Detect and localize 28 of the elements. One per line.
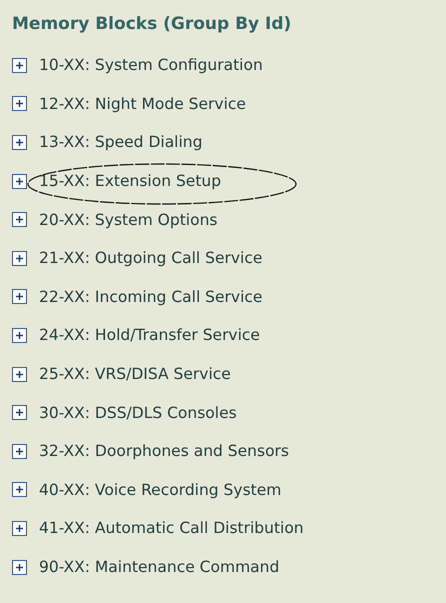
- tree-item[interactable]: 90-XX: Maintenance Command: [39, 558, 280, 576]
- expand-icon[interactable]: [12, 212, 27, 228]
- expand-icon[interactable]: [12, 250, 27, 266]
- expand-icon[interactable]: [12, 366, 27, 382]
- tree-item[interactable]: 40-XX: Voice Recording System: [39, 480, 282, 499]
- expand-icon[interactable]: [12, 96, 27, 112]
- tree-item[interactable]: 24-XX: Hold/Transfer Service: [39, 326, 260, 344]
- tree-item[interactable]: 41-XX: Automatic Call Distribution: [39, 519, 304, 538]
- expand-icon[interactable]: [12, 174, 27, 189]
- expand-icon[interactable]: [12, 560, 27, 575]
- section-title: Memory Blocks (Group By Id): [12, 14, 292, 34]
- expand-icon[interactable]: [12, 328, 27, 343]
- tree-item[interactable]: 30-XX: DSS/DLS Consoles: [39, 404, 237, 422]
- expand-icon[interactable]: [12, 444, 27, 459]
- tree-item[interactable]: 10-XX: System Configuration: [39, 56, 263, 74]
- expand-icon[interactable]: [12, 482, 27, 498]
- tree-item[interactable]: 13-XX: Speed Dialing: [39, 133, 202, 152]
- tree-item[interactable]: 21-XX: Outgoing Call Service: [39, 249, 262, 268]
- expand-icon[interactable]: [12, 134, 27, 150]
- tree-item[interactable]: 12-XX: Night Mode Service: [39, 94, 246, 113]
- expand-icon[interactable]: [12, 58, 27, 73]
- tree-item[interactable]: 20-XX: System Options: [39, 210, 218, 229]
- expand-icon[interactable]: [12, 520, 27, 536]
- tree-item[interactable]: 25-XX: VRS/DISA Service: [39, 365, 231, 384]
- tree-item[interactable]: 32-XX: Doorphones and Sensors: [39, 442, 290, 460]
- expand-icon[interactable]: [12, 405, 27, 420]
- expand-icon[interactable]: [12, 289, 27, 304]
- tree-item[interactable]: 22-XX: Incoming Call Service: [39, 288, 262, 306]
